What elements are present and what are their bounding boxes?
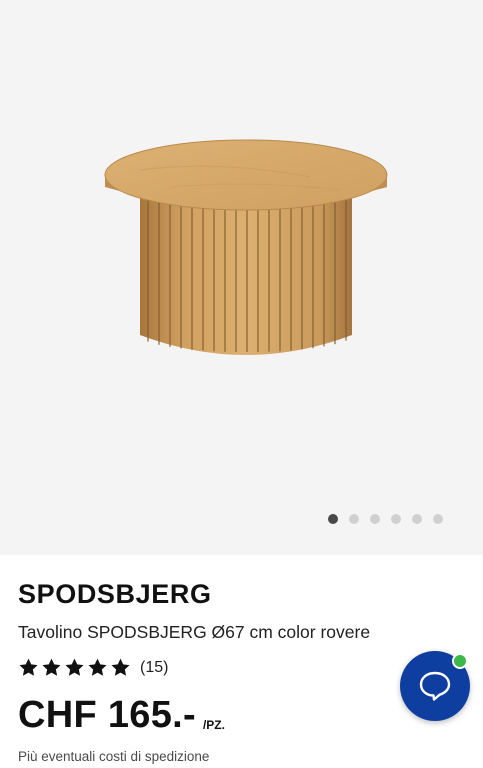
gallery-dot[interactable] [433,514,443,524]
star-icon [65,658,84,676]
price-amount: CHF 165.- [18,694,196,736]
shipping-note: Più eventuali costi di spedizione [18,749,210,764]
star-icon [19,658,38,676]
product-name: SPODSBJERG [18,579,212,609]
product-price: CHF 165.- /PZ. [18,695,225,735]
price-unit: /PZ. [202,718,225,732]
gallery-pagination[interactable] [328,514,443,524]
product-description: Tavolino SPODSBJERG Ø67 cm color rovere [18,622,371,642]
chat-bubble-icon [419,671,451,701]
gallery-dot[interactable] [391,514,401,524]
star-icon [111,658,130,676]
gallery-dot[interactable] [370,514,380,524]
gallery-dot[interactable] [349,514,359,524]
rating-stars [18,657,131,678]
star-icon [42,658,61,676]
star-icon [88,658,107,676]
online-status-indicator [452,653,468,669]
product-image [104,139,388,355]
gallery-dot[interactable] [328,514,338,524]
review-count[interactable]: (15) [140,659,168,677]
product-rating[interactable]: (15) [18,657,168,678]
product-image-gallery[interactable] [0,0,483,555]
gallery-dot[interactable] [412,514,422,524]
